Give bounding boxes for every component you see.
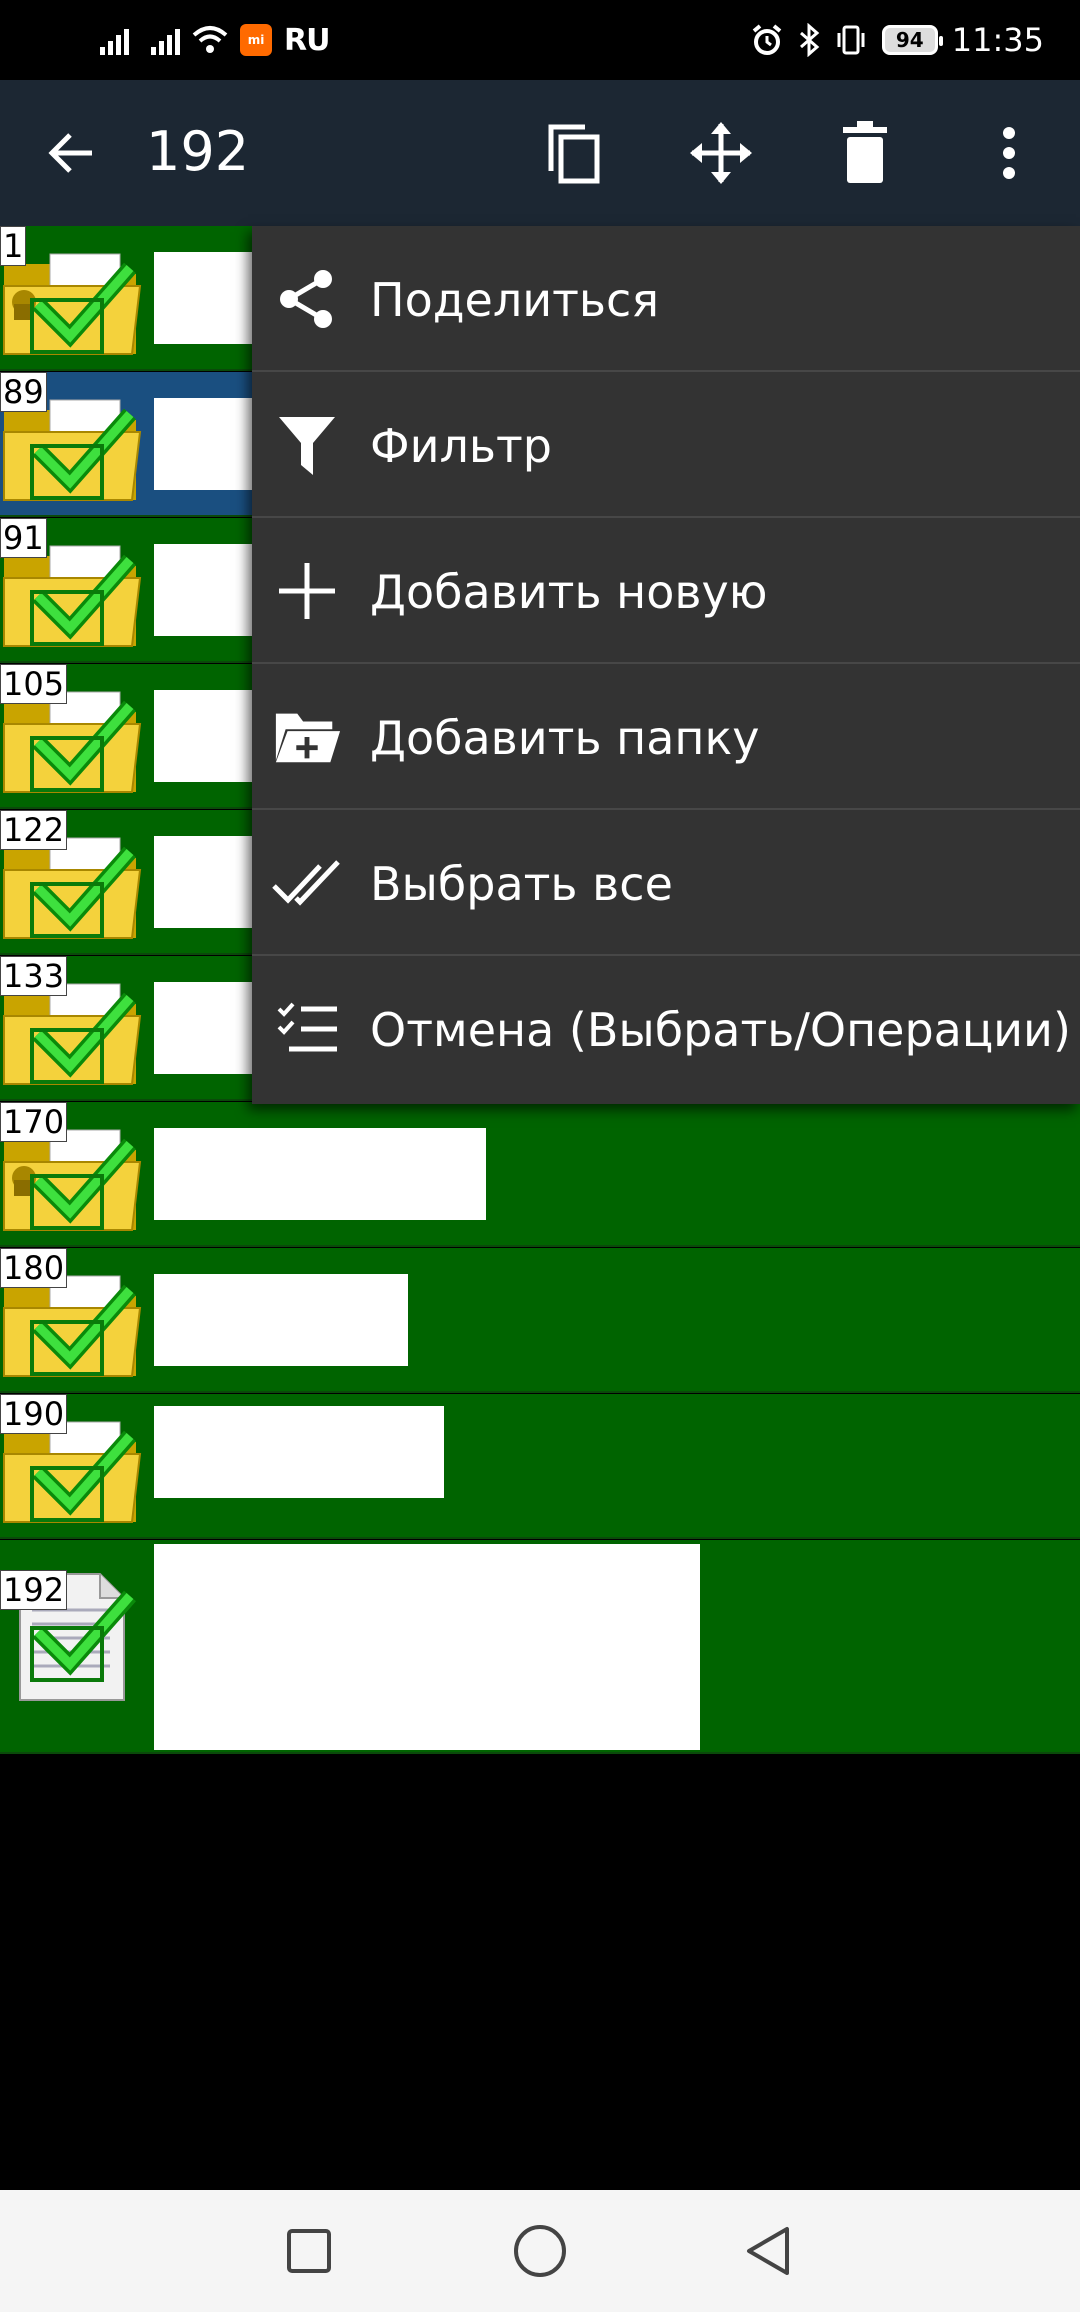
menu-item-label: Выбрать все bbox=[370, 857, 673, 911]
checklist-icon bbox=[272, 994, 342, 1064]
item-label bbox=[154, 836, 252, 928]
more-vert-icon[interactable] bbox=[974, 118, 1044, 188]
menu-item-cancel[interactable]: Отмена (Выбрать/Операции) bbox=[252, 956, 1080, 1102]
alarm-icon bbox=[752, 24, 782, 55]
list-item[interactable]: 192 bbox=[0, 1540, 1080, 1754]
item-label bbox=[154, 1128, 486, 1220]
page-title: 192 bbox=[146, 120, 250, 183]
menu-item-label: Добавить новую bbox=[370, 565, 768, 619]
trash-icon[interactable] bbox=[830, 118, 900, 188]
menu-item-label: Поделиться bbox=[370, 273, 660, 327]
item-number: 133 bbox=[0, 956, 68, 996]
status-left: mi RU bbox=[100, 18, 330, 62]
back-triangle-icon[interactable] bbox=[736, 2218, 802, 2284]
item-label bbox=[154, 398, 252, 490]
menu-item-select-all[interactable]: Выбрать все bbox=[252, 810, 1080, 956]
filter-icon bbox=[272, 410, 342, 480]
list-item[interactable]: 180 bbox=[0, 1248, 1080, 1393]
item-number: 170 bbox=[0, 1102, 68, 1142]
system-nav-bar bbox=[0, 2190, 1080, 2312]
plus-icon bbox=[272, 556, 342, 626]
signal-2-icon bbox=[151, 25, 180, 55]
move-icon[interactable] bbox=[686, 118, 756, 188]
arrow-left-icon[interactable] bbox=[40, 121, 104, 185]
item-number: 122 bbox=[0, 810, 68, 850]
menu-item-add-new[interactable]: Добавить новую bbox=[252, 518, 1080, 664]
item-label bbox=[154, 1544, 700, 1750]
status-bar: mi RU 94 11:35 bbox=[0, 0, 1080, 80]
signal-1-icon bbox=[100, 25, 129, 55]
list-item[interactable]: 190 bbox=[0, 1394, 1080, 1539]
item-number: 1 bbox=[0, 226, 27, 266]
item-label bbox=[154, 1406, 444, 1498]
folder-add-icon bbox=[272, 702, 342, 772]
item-label bbox=[154, 1274, 408, 1366]
item-number: 180 bbox=[0, 1248, 68, 1288]
menu-item-label: Фильтр bbox=[370, 419, 553, 473]
overflow-menu: Поделиться Фильтр Добавить новую Добавит… bbox=[252, 226, 1080, 1104]
item-number: 190 bbox=[0, 1394, 68, 1434]
item-number: 105 bbox=[0, 664, 68, 704]
mi-app-icon: mi bbox=[240, 24, 272, 56]
item-label bbox=[154, 544, 252, 636]
copy-icon[interactable] bbox=[540, 118, 610, 188]
item-label bbox=[154, 690, 252, 782]
menu-item-label: Отмена (Выбрать/Операции) bbox=[370, 1003, 1071, 1057]
bluetooth-icon bbox=[799, 23, 820, 57]
menu-item-label: Добавить папку bbox=[370, 711, 760, 765]
clock: 11:35 bbox=[951, 21, 1044, 59]
wifi-icon bbox=[192, 26, 228, 53]
item-number: 192 bbox=[0, 1570, 68, 1610]
toolbar: 192 bbox=[0, 80, 1080, 226]
item-number: 89 bbox=[0, 372, 47, 412]
share-icon bbox=[272, 264, 342, 334]
menu-item-add-folder[interactable]: Добавить папку bbox=[252, 664, 1080, 810]
battery-icon: 94 bbox=[881, 25, 943, 55]
recents-square-icon[interactable] bbox=[276, 2218, 342, 2284]
item-label bbox=[154, 252, 252, 344]
home-circle-icon[interactable] bbox=[507, 2218, 573, 2284]
menu-item-share[interactable]: Поделиться bbox=[252, 226, 1080, 372]
item-label bbox=[154, 982, 252, 1074]
menu-item-filter[interactable]: Фильтр bbox=[252, 372, 1080, 518]
ru-indicator: RU bbox=[284, 22, 330, 58]
double-check-icon bbox=[272, 848, 342, 918]
vibrate-icon bbox=[837, 25, 865, 55]
list-item[interactable]: 170 bbox=[0, 1102, 1080, 1247]
status-right: 94 11:35 bbox=[750, 18, 1044, 62]
item-number: 91 bbox=[0, 518, 47, 558]
